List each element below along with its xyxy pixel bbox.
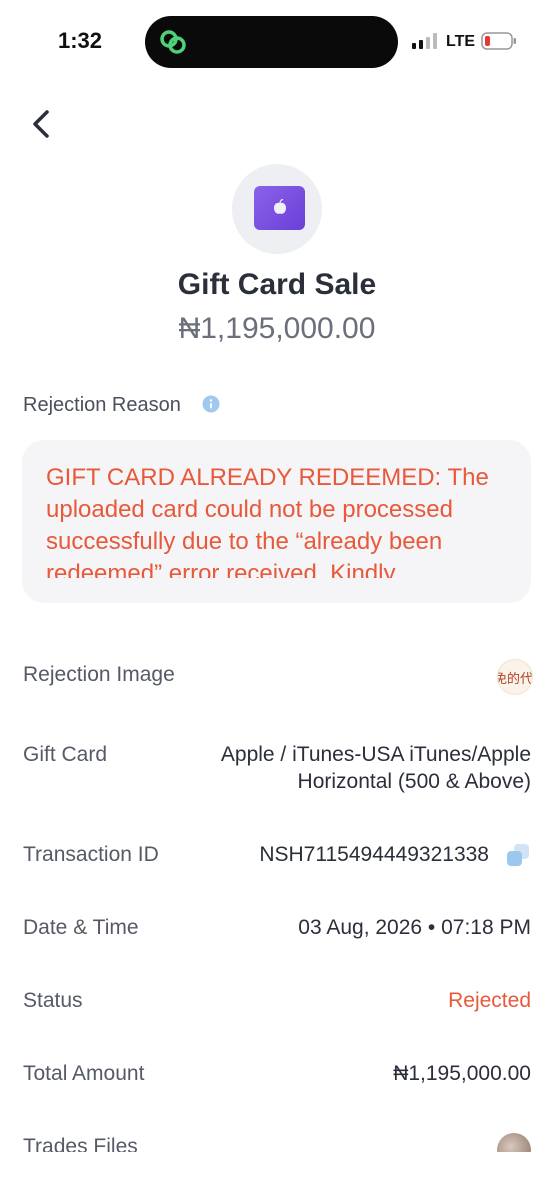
rejection-reason-box[interactable]: GIFT CARD ALREADY REDEEMED: The uploaded… [22, 440, 531, 603]
apple-logo-icon [274, 199, 286, 214]
status-value: Rejected [448, 989, 531, 1012]
status-bar: 1:32 LTE [0, 0, 554, 90]
header-amount: ₦1,195,000.00 [178, 312, 376, 345]
back-button[interactable] [26, 106, 58, 142]
chevron-left-icon [33, 110, 49, 138]
gift-card-value-line2: Horizontal (500 & Above) [297, 770, 531, 793]
gift-card-label: Gift Card [23, 743, 108, 766]
page-title: Gift Card Sale [177, 268, 377, 301]
apple-gift-card-icon [254, 186, 305, 230]
rejection-reason-text: GIFT CARD ALREADY REDEEMED: The uploaded… [46, 464, 489, 578]
transaction-id-label: Transaction ID [23, 843, 159, 866]
signal-icon [412, 33, 437, 49]
status-label: Status [23, 989, 83, 1012]
gift-card-avatar [232, 164, 322, 254]
network-label: LTE [446, 33, 476, 50]
rejection-image-label: Rejection Image [23, 663, 175, 686]
transaction-id-value: NSH7115494449321338 [259, 843, 489, 866]
gift-card-value-line1: Apple / iTunes-USA iTunes/Apple [220, 743, 531, 766]
status-time: 1:32 [58, 28, 103, 53]
info-icon[interactable] [202, 395, 220, 413]
battery-low-icon [481, 32, 516, 50]
copy-icon[interactable] [506, 843, 530, 867]
bottom-fade [0, 1152, 554, 1200]
date-time-value: 03 Aug, 2026 • 07:18 PM [298, 916, 531, 939]
date-time-label: Date & Time [23, 916, 139, 939]
dynamic-island [145, 16, 398, 68]
total-amount-value: ₦1,195,000.00 [393, 1062, 531, 1085]
rejection-image-thumb-text: 免的代码 [498, 671, 533, 686]
total-amount-label: Total Amount [23, 1062, 145, 1085]
rejection-image-thumbnail[interactable]: 免的代码 [497, 659, 533, 695]
rejection-reason-label: Rejection Reason [23, 394, 181, 416]
app-logo-icon [160, 30, 186, 54]
